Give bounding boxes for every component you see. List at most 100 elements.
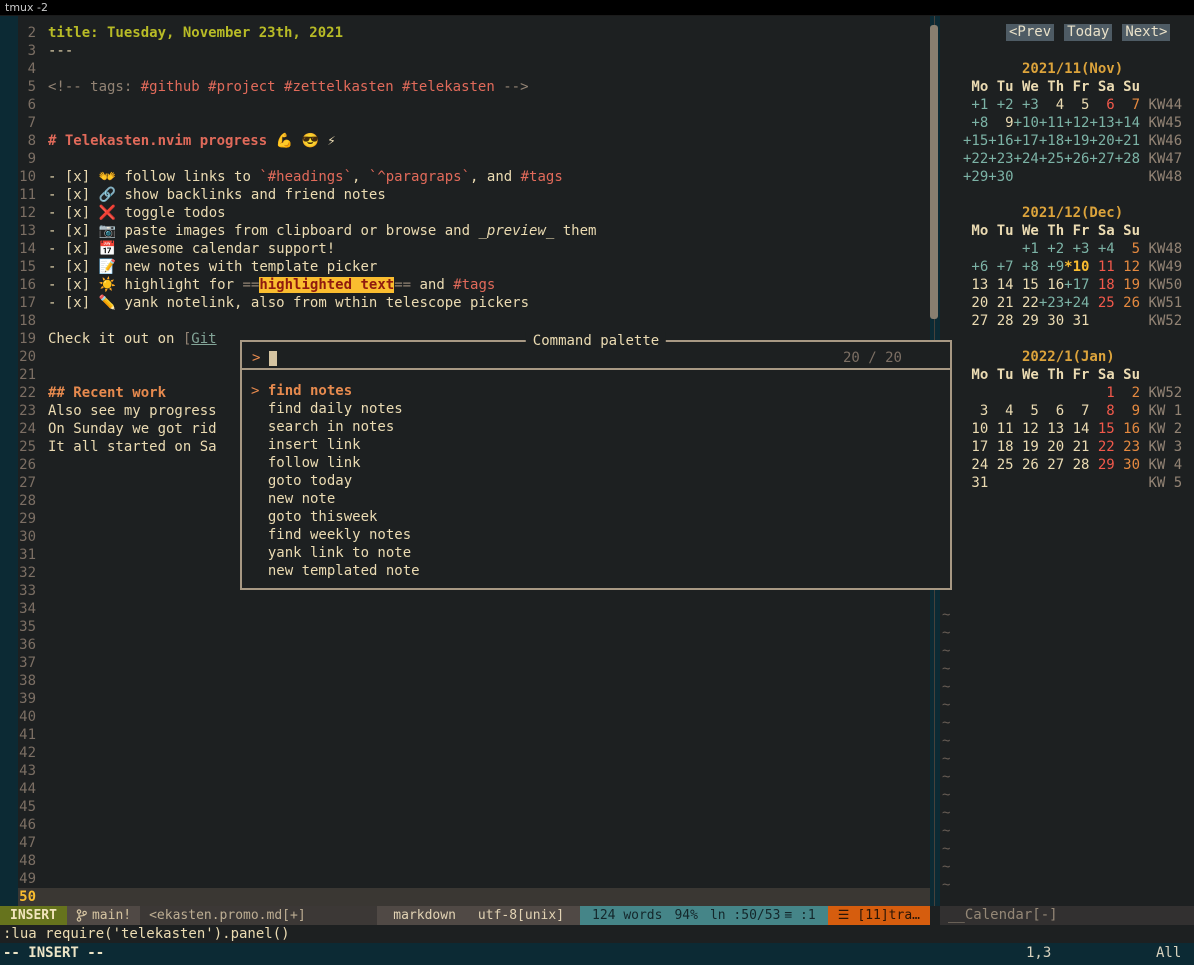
selection-marker	[251, 545, 268, 561]
editor-line[interactable]: 13- [x] 📷 paste images from clipboard or…	[18, 222, 930, 240]
text-segment: 8	[1089, 403, 1114, 419]
statusline: INSERT main! <ekasten.promo.md[+] markdo…	[0, 906, 930, 925]
editor-line[interactable]: 37	[18, 654, 930, 672]
calendar-week-row[interactable]: +1 +2 +3 4 5 6 7 KW44	[963, 96, 1194, 114]
palette-item-find-daily-notes[interactable]: find daily notes	[242, 400, 950, 418]
calendar-today-button[interactable]: Today	[1064, 24, 1112, 41]
calendar-week-row[interactable]: +1 +2 +3 +4 5 KW48	[963, 240, 1194, 258]
text-segment: 7	[1115, 97, 1140, 113]
palette-item-yank-link-to-note[interactable]: yank link to note	[242, 544, 950, 562]
editor-line[interactable]: 38	[18, 672, 930, 690]
text-segment: 15	[1089, 421, 1114, 437]
editor-line[interactable]: 6	[18, 96, 930, 114]
editor-line[interactable]: 35	[18, 618, 930, 636]
calendar-week-row[interactable]: 3 4 5 6 7 8 9 KW 1	[963, 402, 1194, 420]
editor-line[interactable]: 34	[18, 600, 930, 618]
text-segment: 13 14 15 16	[963, 277, 1064, 293]
editor-line[interactable]: 48	[18, 852, 930, 870]
calendar-week-row[interactable]: +29+30 KW48	[963, 168, 1194, 186]
editor-line[interactable]: 17- [x] ✏️ yank notelink, also from wthi…	[18, 294, 930, 312]
line-text: - [x] 👐 follow links to `#headings`, `^p…	[48, 169, 563, 185]
editor-current-line[interactable]: 50	[18, 888, 930, 906]
editor-line[interactable]: 39	[18, 690, 930, 708]
editor-line[interactable]: 9	[18, 150, 930, 168]
editor-line[interactable]: 45	[18, 798, 930, 816]
palette-prompt-row[interactable]: > 20 / 20	[242, 348, 950, 370]
line-number: 36	[18, 636, 48, 654]
line-number: 34	[18, 600, 48, 618]
line-number: 30	[18, 528, 48, 546]
text-segment: +1 +2 +3 +4	[1014, 241, 1115, 257]
editor-line[interactable]: 15- [x] 📝 new notes with template picker	[18, 258, 930, 276]
line-text: - [x] 📷 paste images from clipboard or b…	[48, 223, 596, 239]
editor-line[interactable]: 12- [x] ❌ toggle todos	[18, 204, 930, 222]
stats-segment: 124 words 94% ln :50/53 ≡ :1	[580, 906, 828, 925]
editor-line[interactable]: 4	[18, 60, 930, 78]
text-segment: 25	[1089, 295, 1114, 311]
palette-item-new-note[interactable]: new note	[242, 490, 950, 508]
scrollbar-thumb[interactable]	[930, 25, 938, 319]
text-segment: Also see my progress	[48, 403, 217, 419]
editor-line[interactable]: 36	[18, 636, 930, 654]
editor-line[interactable]: 5<!-- tags: #github #project #zettelkast…	[18, 78, 930, 96]
line-number: 46	[18, 816, 48, 834]
editor-line[interactable]: 10- [x] 👐 follow links to `#headings`, `…	[18, 168, 930, 186]
editor-line[interactable]: 49	[18, 870, 930, 888]
editor-line[interactable]: 14- [x] 📅 awesome calendar support!	[18, 240, 930, 258]
editor-line[interactable]: 8# Telekasten.nvim progress 💪 😎 ⚡	[18, 132, 930, 150]
editor-line[interactable]: 7	[18, 114, 930, 132]
palette-item-search-in-notes[interactable]: search in notes	[242, 418, 950, 436]
text-segment: 9	[988, 115, 1013, 131]
editor-line[interactable]: 46	[18, 816, 930, 834]
calendar-week-row[interactable]: 17 18 19 20 21 22 23 KW 3	[963, 438, 1194, 456]
line-number: 8	[18, 132, 48, 150]
text-segment: +6 +7 +8 +9	[963, 259, 1064, 275]
calendar-week-row[interactable]: 31 KW 5	[963, 474, 1194, 492]
calendar-week-row[interactable]: +6 +7 +8 +9*10 11 12 KW49	[963, 258, 1194, 276]
editor-line[interactable]: 42	[18, 744, 930, 762]
palette-item-find-weekly-notes[interactable]: find weekly notes	[242, 526, 950, 544]
editor-line[interactable]: 3---	[18, 42, 930, 60]
line-number: 22	[18, 384, 48, 402]
calendar-week-row[interactable]: 10 11 12 13 14 15 16 KW 2	[963, 420, 1194, 438]
calendar-week-row[interactable]: +15+16+17+18+19+20+21 KW46	[963, 132, 1194, 150]
editor-line[interactable]: 11- [x] 🔗 show backlinks and friend note…	[18, 186, 930, 204]
calendar-week-row[interactable]: 1 2 KW52	[963, 384, 1194, 402]
editor-line[interactable]: 16- [x] ☀️ highlight for ==highlighted t…	[18, 276, 930, 294]
palette-item-goto-thisweek[interactable]: goto thisweek	[242, 508, 950, 526]
palette-item-find-notes[interactable]: > find notes	[242, 382, 950, 400]
command-palette[interactable]: Command palette > 20 / 20 > find notes f…	[240, 340, 952, 590]
calendar-week-row[interactable]: 13 14 15 16+17 18 19 KW50	[963, 276, 1194, 294]
command-line[interactable]: :lua require('telekasten').panel()	[0, 925, 1194, 943]
calendar-week-row[interactable]: 27 28 29 30 31 KW52	[963, 312, 1194, 330]
palette-item-follow-link[interactable]: follow link	[242, 454, 950, 472]
editor-line[interactable]: 47	[18, 834, 930, 852]
calendar-week-row[interactable]: 20 21 22+23+24 25 26 KW51	[963, 294, 1194, 312]
palette-item-insert-link[interactable]: insert link	[242, 436, 950, 454]
editor-line[interactable]: 18	[18, 312, 930, 330]
calendar-next-button[interactable]: Next>	[1122, 24, 1170, 41]
selection-marker	[251, 437, 268, 453]
empty-line-tilde: ~	[942, 804, 950, 822]
calendar-panel[interactable]: <Prev Today Next> 2021/11(Nov) Mo Tu We …	[940, 16, 1194, 906]
selection-marker	[251, 455, 268, 471]
calendar-week-row[interactable]: 24 25 26 27 28 29 30 KW 4	[963, 456, 1194, 474]
text-segment	[963, 241, 1014, 257]
palette-item-goto-today[interactable]: goto today	[242, 472, 950, 490]
calendar-week-row[interactable]: +8 9+10+11+12+13+14 KW45	[963, 114, 1194, 132]
editor-line[interactable]: 41	[18, 726, 930, 744]
text-segment: KW49	[1140, 259, 1182, 275]
palette-item-new-templated-note[interactable]: new templated note	[242, 562, 950, 580]
text-segment: Git	[191, 331, 216, 347]
calendar-prev-button[interactable]: <Prev	[1006, 24, 1054, 41]
text-segment: KW 2	[1140, 421, 1182, 437]
calendar-week-row[interactable]: +22+23+24+25+26+27+28 KW47	[963, 150, 1194, 168]
text-segment: 1	[1089, 385, 1114, 401]
editor-line[interactable]: 2title: Tuesday, November 23th, 2021	[18, 24, 930, 42]
text-segment: KW 5	[1140, 475, 1182, 491]
text-segment: 5	[1115, 241, 1140, 257]
tabs-segment[interactable]: ☰ [11]tra…	[828, 906, 930, 925]
editor-line[interactable]: 43	[18, 762, 930, 780]
editor-line[interactable]: 44	[18, 780, 930, 798]
editor-line[interactable]: 40	[18, 708, 930, 726]
